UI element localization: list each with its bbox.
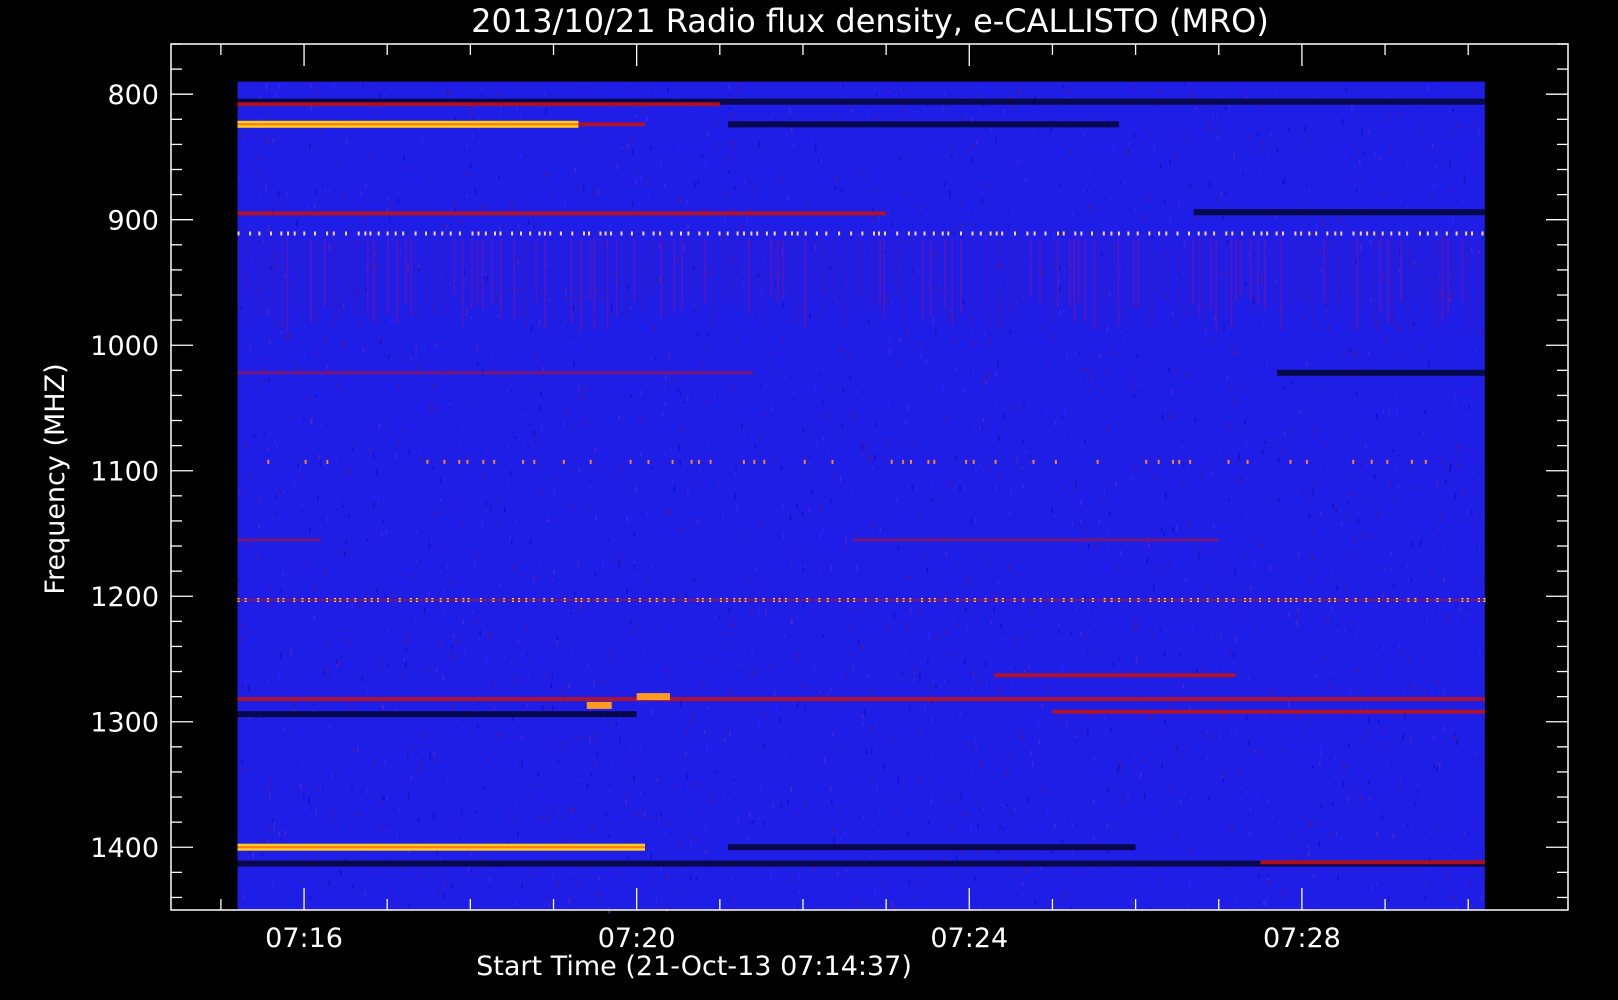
band-15 <box>237 697 1485 702</box>
band-8 <box>237 371 754 375</box>
y-tick-label: 1100 <box>90 457 159 488</box>
y-tick-label: 1200 <box>90 582 159 613</box>
band-11 <box>237 538 321 542</box>
band-5 <box>237 211 887 216</box>
y-tick-label: 800 <box>107 80 159 111</box>
band-17 <box>636 693 670 701</box>
y-tick-label: 1000 <box>90 331 159 362</box>
chart-title: 2013/10/21 Radio flux density, e-CALLIST… <box>471 2 1269 40</box>
x-tick-label: 07:20 <box>598 923 676 954</box>
band-23 <box>1260 860 1485 865</box>
band-14 <box>994 673 1236 678</box>
x-tick-label: 07:16 <box>265 923 343 954</box>
y-tick-label: 1400 <box>90 833 159 864</box>
band-9 <box>1277 369 1485 376</box>
spectrogram-chart: 2013/10/21 Radio flux density, e-CALLIST… <box>40 2 1569 982</box>
band-19 <box>1052 709 1485 714</box>
y-tick-label: 900 <box>107 206 159 237</box>
x-tick-label: 07:24 <box>930 923 1008 954</box>
spectrogram-background <box>237 81 1485 911</box>
band-16 <box>586 701 612 709</box>
band-12 <box>852 538 1219 542</box>
y-tick-label: 1300 <box>90 708 159 739</box>
x-axis-label: Start Time (21-Oct-13 07:14:37) <box>476 951 912 982</box>
band-6 <box>1193 209 1485 216</box>
x-tick-label: 07:28 <box>1263 923 1341 954</box>
band-21 <box>728 844 1136 851</box>
band-18 <box>237 711 637 718</box>
y-axis-label: Frequency (MHZ) <box>40 363 71 594</box>
band-4 <box>728 121 1119 128</box>
band-3 <box>578 122 645 127</box>
band-1 <box>237 102 720 107</box>
plot-area <box>237 81 1486 914</box>
